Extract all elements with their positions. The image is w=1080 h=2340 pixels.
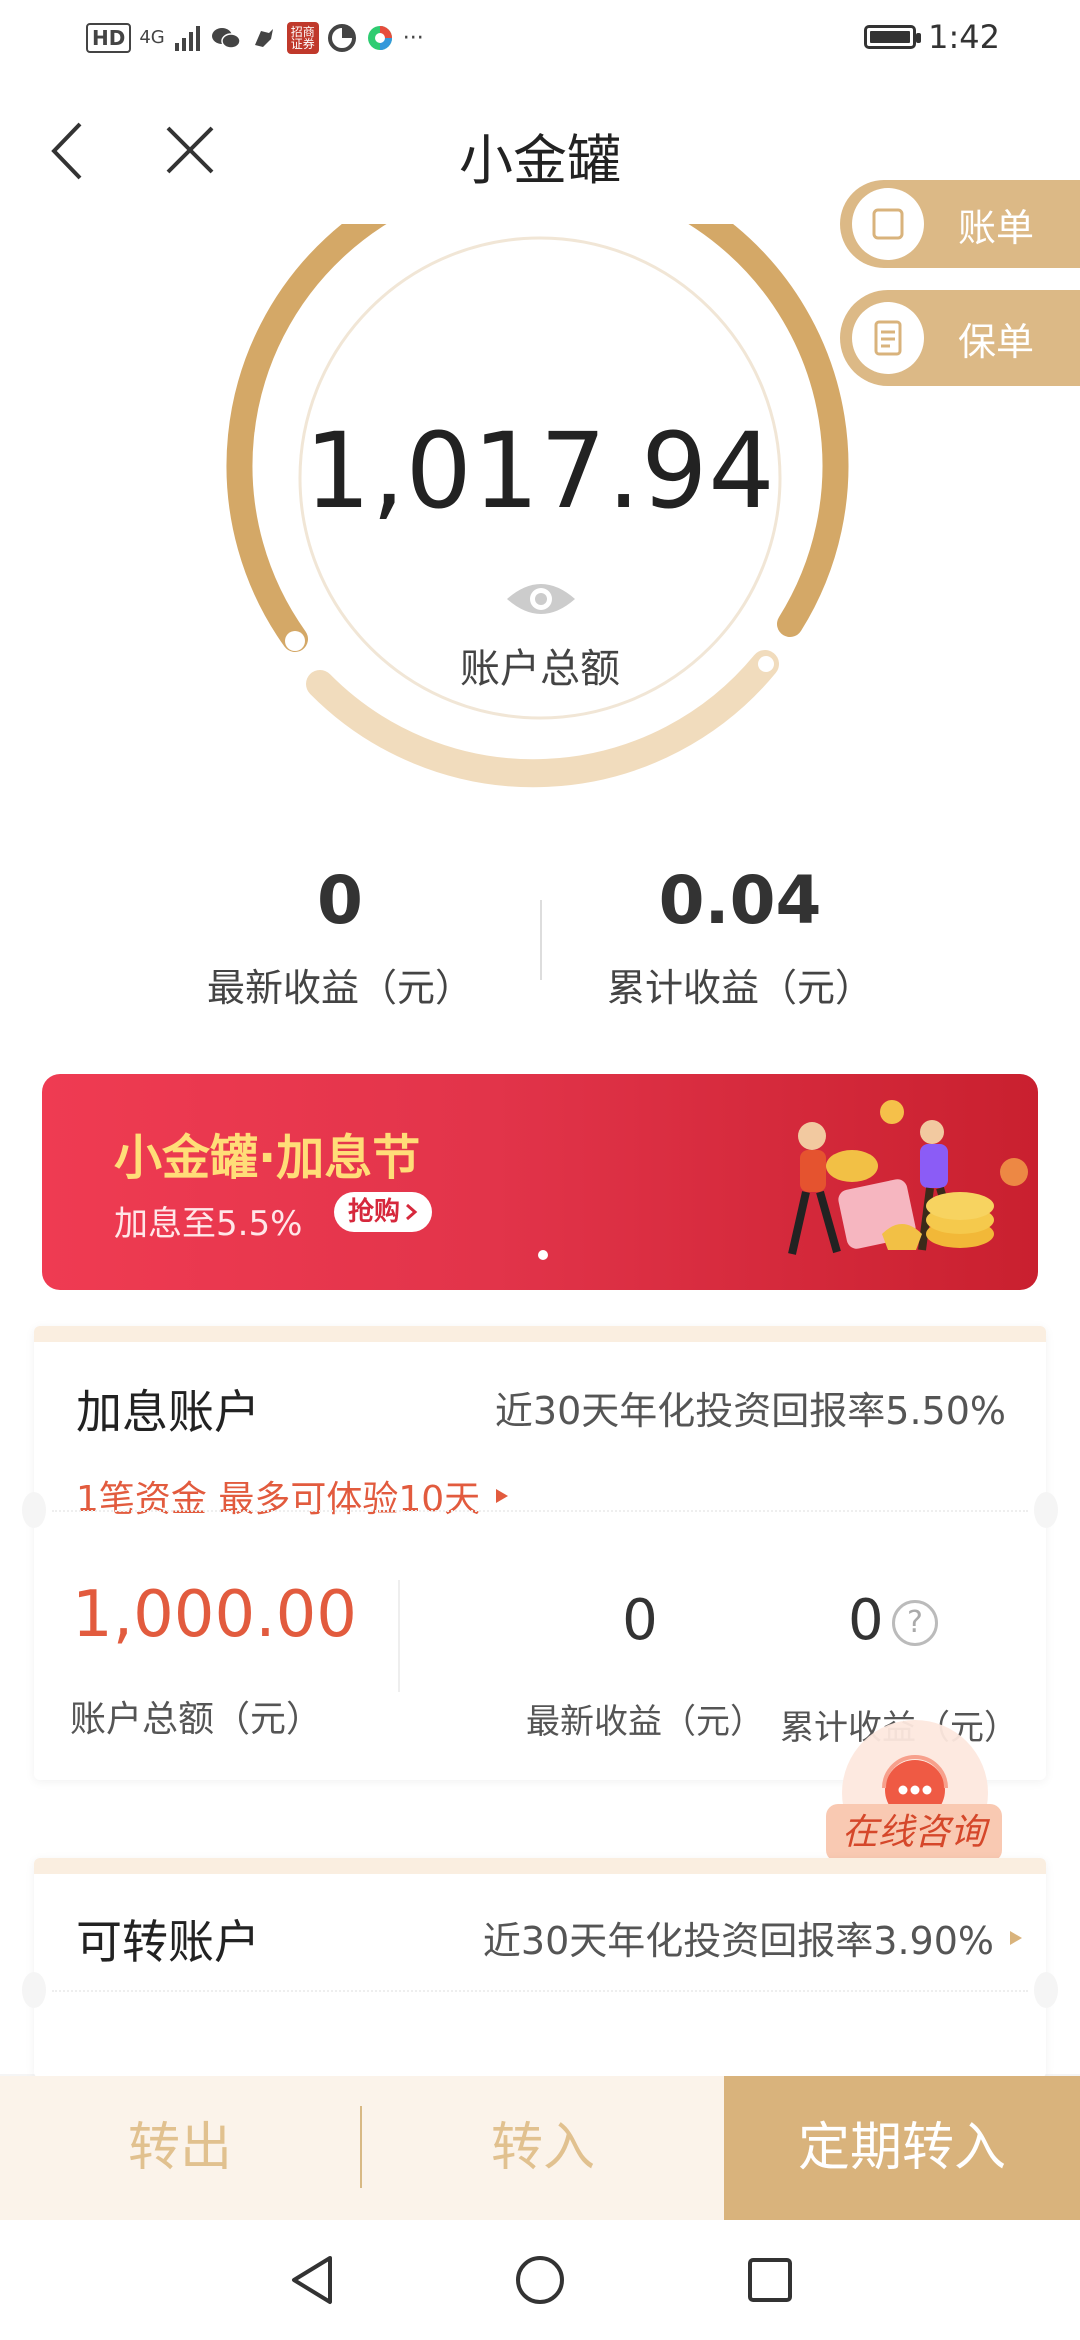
banner-page-dot (538, 1250, 548, 1260)
bonus-account-amount-label: 账户总额（元） (70, 1699, 323, 1740)
card-top-strip (34, 1858, 1046, 1874)
system-recents-icon[interactable] (746, 2256, 794, 2304)
banner-buy-label: 抢购 (348, 1197, 401, 1227)
card-notch-right (1034, 1492, 1058, 1528)
cmb-securities-icon: 招商证券 (286, 22, 319, 54)
transferable-account-rate: 近30天年化投资回报率3.90% (482, 1919, 994, 1963)
app-icon-colorful (365, 23, 395, 53)
card-vertical-divider (398, 1580, 400, 1692)
banner-buy-button[interactable]: 抢购 (334, 1192, 433, 1232)
banner-title: 小金罐·加息节 (114, 1130, 421, 1186)
system-home-icon[interactable] (514, 2254, 566, 2306)
bonus-account-note-link[interactable]: 1笔资金 最多可体验10天 (76, 1470, 510, 1522)
system-back-icon[interactable] (286, 2252, 338, 2308)
signal-icon (173, 23, 203, 53)
card-divider (52, 1990, 1028, 1992)
policy-button[interactable]: 保单 (840, 290, 1080, 386)
card-notch-right (1034, 1972, 1058, 2008)
cumulative-income-stat: 0.04 累计收益（元） (470, 862, 1010, 1012)
triangle-right-icon (1010, 1930, 1022, 1945)
total-amount: 1,017.94 (304, 410, 776, 532)
banner-illustration (788, 1100, 1028, 1255)
fixed-transfer-in-button[interactable]: 定期转入 (724, 2076, 1080, 2220)
bonus-latest-label: 最新收益（元） (526, 1702, 764, 1742)
online-consult-label[interactable]: 在线咨询 (826, 1804, 1002, 1862)
status-right: 1:42 (864, 18, 1000, 56)
cumulative-income-value: 0.04 (658, 862, 822, 939)
status-left-icons: HD 4G 招商证券 ··· (86, 22, 424, 54)
network-4g-label: 4G (139, 27, 165, 48)
cumulative-income-label: 累计收益（元） (606, 966, 873, 1010)
status-time: 1:42 (928, 18, 1000, 56)
battery-icon (864, 25, 922, 49)
chevron-right-icon (406, 1203, 418, 1221)
statement-button[interactable]: 账单 (840, 180, 1080, 268)
app-icon-circle (327, 23, 357, 53)
policy-label: 保单 (958, 319, 1035, 364)
bonus-account-amount: 1,000.00 (72, 1578, 357, 1652)
transfer-in-button[interactable]: 转入 (362, 2076, 724, 2220)
card-notch-left (22, 1492, 46, 1528)
triangle-right-icon (496, 1489, 509, 1503)
total-amount-label: 账户总额 (460, 646, 620, 692)
hd-badge: HD (86, 23, 132, 53)
transferable-account-title: 可转账户 (76, 1915, 260, 1969)
bonus-account-note: 1笔资金 最多可体验10天 (76, 1479, 481, 1520)
statement-icon (852, 188, 924, 260)
wechat-icon (211, 23, 241, 53)
help-question-icon[interactable]: ? (892, 1600, 938, 1646)
eye-icon[interactable] (505, 575, 577, 623)
bonus-account-title: 加息账户 (76, 1385, 260, 1439)
more-notifications: ··· (402, 25, 424, 51)
banner-subtitle: 加息至5.5% (114, 1204, 303, 1244)
transfer-out-button[interactable]: 转出 (0, 2076, 360, 2220)
card-divider (52, 1510, 1028, 1512)
bonus-cumulative-value: 0 (848, 1588, 884, 1653)
statement-label: 账单 (958, 205, 1035, 250)
bonus-latest-value: 0 (622, 1588, 658, 1653)
policy-scroll-icon (852, 302, 924, 374)
transferable-account-rate-link[interactable]: 近30天年化投资回报率3.90% (483, 1910, 1024, 1965)
bonus-account-rate: 近30天年化投资回报率5.50% (494, 1389, 1006, 1433)
card-top-strip (34, 1326, 1046, 1342)
promo-banner[interactable]: 小金罐·加息节 加息至5.5% 抢购 (42, 1074, 1038, 1290)
app-icon-bird (249, 23, 279, 53)
card-notch-left (22, 1972, 46, 2008)
